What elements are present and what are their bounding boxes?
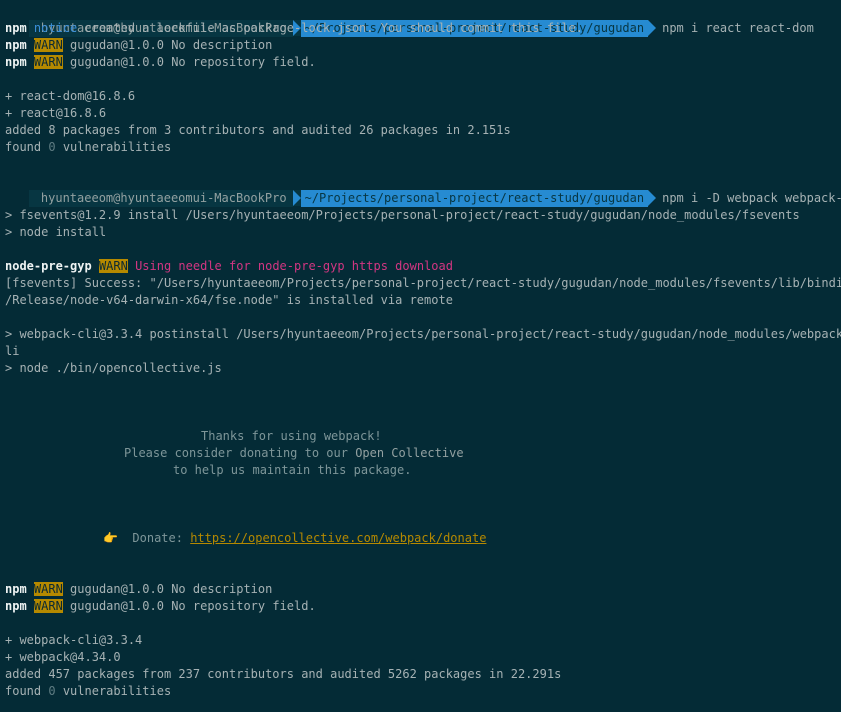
output-line: > node ./bin/opencollective.js: [5, 361, 222, 375]
output-line: found 0 vulnerabilities: [5, 139, 171, 156]
found-prefix: found: [5, 140, 49, 154]
banner-please-text: Please consider donating to our: [124, 446, 356, 460]
warn-badge: WARN: [98, 259, 128, 273]
output-line: found 0 vulnerabilities: [5, 683, 171, 700]
banner-please: Please consider donating to our Open Col…: [124, 445, 464, 462]
prompt-host: hyuntaeeom@hyuntaeeomui-MacBookPro: [28, 190, 293, 207]
open-collective-text: Open Collective: [355, 446, 464, 460]
output-line: [fsevents] Success: "/Users/hyuntaeeom/P…: [5, 276, 841, 290]
warn-badge: WARN: [33, 55, 63, 69]
banner-thanks: Thanks for using webpack!: [201, 429, 382, 443]
command-text[interactable]: npm i react react-dom: [656, 21, 814, 35]
output-line: + webpack-cli@3.3.4: [5, 633, 143, 647]
npm-label: npm: [5, 38, 27, 52]
banner-help: to help us maintain this package.: [173, 463, 412, 477]
output-line: npm WARN gugudan@1.0.0 No description: [5, 37, 272, 54]
output-line: li: [5, 344, 20, 358]
terminal-window[interactable]: hyuntaeeom@hyuntaeeomui-MacBookPro ~/Proj…: [0, 0, 841, 712]
output-line: npm WARN gugudan@1.0.0 No description: [5, 581, 272, 598]
found-suffix: vulnerabilities: [55, 684, 172, 698]
output-line: added 457 packages from 237 contributors…: [5, 667, 562, 681]
prompt-line: hyuntaeeom@hyuntaeeomui-MacBookPro ~/Proj…: [0, 173, 841, 207]
npm-label: npm: [5, 21, 27, 35]
notice-label: notice: [33, 21, 78, 35]
output-line: > webpack-cli@3.3.4 postinstall /Users/h…: [5, 327, 841, 341]
node-pre-gyp-label: node-pre-gyp: [5, 259, 92, 273]
output-line: added 8 packages from 3 contributors and…: [5, 123, 511, 137]
output-line: node-pre-gyp WARN Using needle for node-…: [5, 258, 453, 275]
command-text[interactable]: npm i -D webpack webpack-cli: [656, 191, 841, 205]
npm-label: npm: [5, 599, 27, 613]
warn-message: gugudan@1.0.0 No repository field.: [62, 55, 316, 69]
npm-label: npm: [5, 582, 27, 596]
npm-label: npm: [5, 55, 27, 69]
warn-badge: WARN: [33, 38, 63, 52]
output-line: > fsevents@1.2.9 install /Users/hyuntaee…: [5, 208, 800, 222]
needle-message: Using needle for node-pre-gyp https down…: [127, 259, 453, 273]
warn-message: gugudan@1.0.0 No repository field.: [62, 599, 316, 613]
warn-badge: WARN: [33, 599, 63, 613]
found-suffix: vulnerabilities: [55, 140, 172, 154]
output-line: /Release/node-v64-darwin-x64/fse.node" i…: [5, 293, 453, 307]
output-line: npm notice created a lockfile as package…: [5, 20, 583, 37]
donate-label: Donate:: [132, 531, 191, 545]
output-line: + webpack@4.34.0: [5, 650, 121, 664]
prompt-path: ~/Projects/personal-project/react-study/…: [300, 190, 649, 207]
output-line: npm WARN gugudan@1.0.0 No repository fie…: [5, 54, 316, 71]
prompt-arrow-icon: [648, 20, 657, 36]
output-line: + react-dom@16.8.6: [5, 89, 136, 103]
donate-link[interactable]: https://opencollective.com/webpack/donat…: [190, 531, 486, 545]
prompt-line: hyuntaeeom@hyuntaeeomui-MacBookPro ~/Proj…: [0, 3, 814, 37]
prompt-separator-icon: [292, 190, 301, 206]
pointing-hand-icon: 👉: [103, 531, 118, 545]
lockfile-message: created a lockfile as package-lock.json.…: [77, 21, 584, 35]
vulnerability-count: 0: [48, 140, 56, 154]
warn-badge: WARN: [33, 582, 63, 596]
donate-line: 👉 Donate: https://opencollective.com/web…: [103, 530, 486, 547]
output-line: > node install: [5, 225, 107, 239]
found-prefix: found: [5, 684, 49, 698]
warn-message: gugudan@1.0.0 No description: [62, 38, 273, 52]
warn-message: gugudan@1.0.0 No description: [62, 582, 273, 596]
output-line: npm WARN gugudan@1.0.0 No repository fie…: [5, 598, 316, 615]
output-line: + react@16.8.6: [5, 106, 107, 120]
prompt-arrow-icon: [648, 190, 657, 206]
vulnerability-count: 0: [48, 684, 56, 698]
